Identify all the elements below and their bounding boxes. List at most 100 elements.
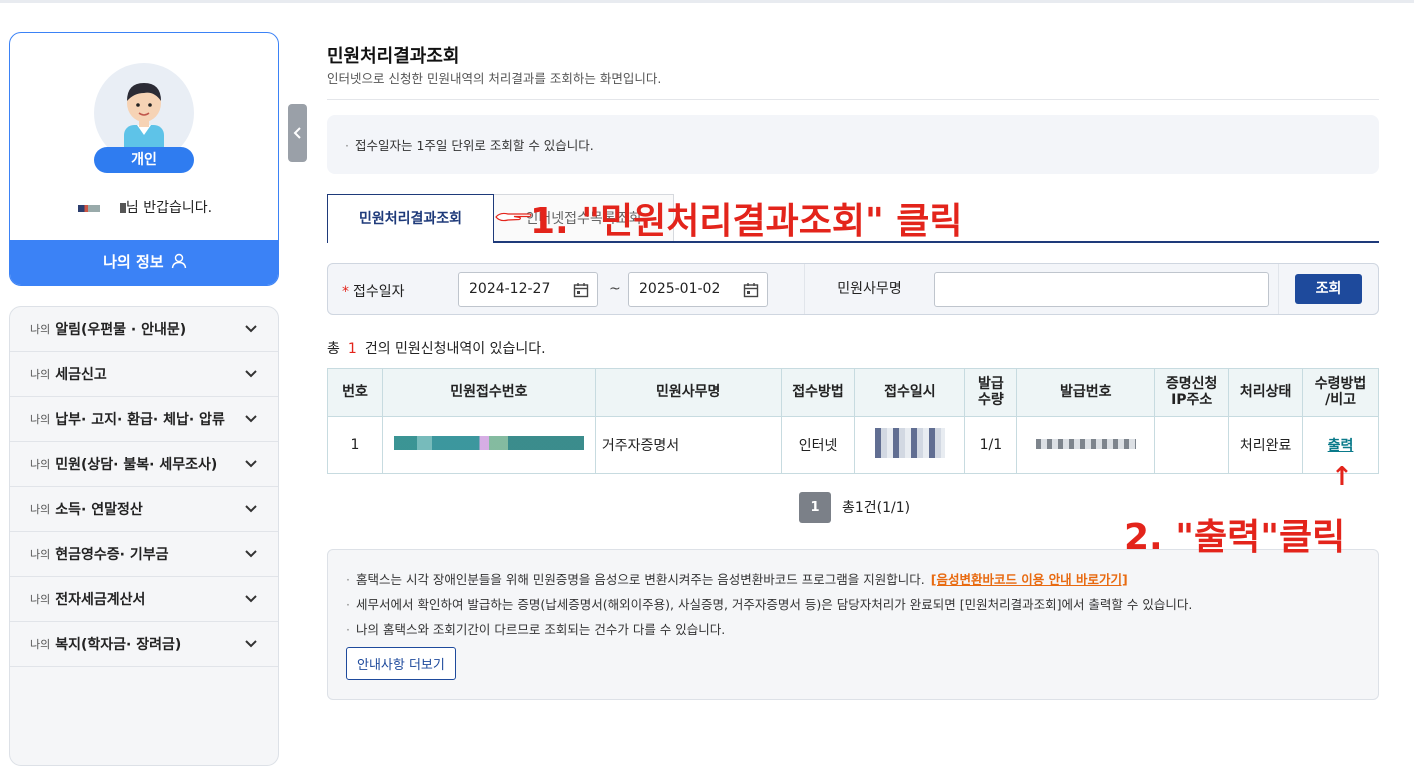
my-info-button[interactable]: 나의 정보 [10,240,278,285]
sidebar-item-tax-filing[interactable]: 나의 세금신고 [10,352,278,397]
chevron-down-icon [245,550,257,558]
masked-receipt-no [393,436,584,450]
cell-office-name: 거주자증명서 [594,416,782,474]
sidebar-item-label: 소득· 연말정산 [55,502,143,518]
col-header-ip: 증명신청 IP주소 [1154,368,1230,417]
menu-prefix: 나의 [30,458,51,471]
divider [1278,264,1279,314]
col-header-receipt-no: 민원접수번호 [381,368,596,417]
chevron-down-icon [245,415,257,423]
sidebar-item-label: 민원(상담· 불복· 세무조사) [55,457,218,473]
sidebar-item-label: 세금신고 [55,367,107,383]
office-name-input[interactable] [934,272,1269,307]
menu-prefix: 나의 [30,593,51,606]
required-mark: * [342,284,349,300]
info-line: 나의 홈택스와 조회기간이 다르므로 조회되는 건수가 다를 수 있습니다. [346,620,1360,645]
chevron-down-icon [245,325,257,333]
table-header-row: 번호 민원접수번호 민원사무명 접수방법 접수일시 발급 수량 발급번호 증명신… [327,368,1379,417]
sidebar-collapse-button[interactable] [288,104,307,162]
info-line: 세무서에서 확인하여 발급하는 증명(납세증명서(해외이주용), 사실증명, 거… [346,595,1360,620]
print-link[interactable]: 출력 [1328,438,1354,454]
menu-prefix: 나의 [30,368,51,381]
date-label-text: 접수일자 [353,284,405,300]
date-to-input[interactable]: 2025-01-02 [628,272,768,307]
result-table: 번호 민원접수번호 민원사무명 접수방법 접수일시 발급 수량 발급번호 증명신… [327,368,1379,474]
office-name-label: 민원사무명 [804,264,934,314]
date-from-value: 2024-12-27 [469,281,551,297]
annotation-step2: 2. "출력"클릭 [1124,517,1346,558]
result-count-prefix: 총 [327,341,340,357]
col-header-method: 접수방법 [780,368,856,417]
sidebar-item-e-invoice[interactable]: 나의 전자세금계산서 [10,577,278,622]
cell-method: 인터넷 [780,416,856,474]
info-text-3: 나의 홈택스와 조회기간이 다르므로 조회되는 건수가 다를 수 있습니다. [346,622,725,637]
col-header-quantity: 발급 수량 [964,368,1018,417]
tab-result-inquiry[interactable]: 민원처리결과조회 [327,194,494,243]
person-icon [171,253,187,269]
my-info-label: 나의 정보 [103,253,164,271]
chevron-down-icon [245,370,257,378]
sidebar-item-cash-receipt[interactable]: 나의 현금영수증· 기부금 [10,532,278,577]
chevron-down-icon [245,640,257,648]
calendar-icon[interactable] [743,282,759,298]
cell-received-at [854,416,966,474]
cell-issue-no [1016,416,1156,474]
sidebar-item-welfare[interactable]: 나의 복지(학자금· 장려금) [10,622,278,667]
pagination-total: 총1건(1/1) [842,500,911,516]
pointing-hand-icon [495,212,532,222]
sidebar-menu: 나의 알림(우편물 · 안내문) 나의 세금신고 나의 납부· 고지· 환급· 체납·… [9,306,279,766]
top-border [0,0,1414,3]
greeting-label: 님 반갑습니다. [125,200,213,216]
annotation-arrow: ↑ [1331,462,1353,492]
info-box: 홈택스는 시각 장애인분들을 위해 민원증명을 음성으로 변환시켜주는 음성변환… [327,549,1379,700]
page-title: 민원처리결과조회 [327,46,460,67]
masked-name [77,204,100,212]
cell-status: 처리완료 [1228,416,1304,474]
page-subtitle: 인터넷으로 신청한 민원내역의 처리결과를 조회하는 화면입니다. [327,71,662,86]
sidebar-item-label: 전자세금계산서 [55,592,146,608]
menu-prefix: 나의 [30,638,51,651]
sidebar-item-label: 복지(학자금· 장려금) [55,637,182,653]
menu-prefix: 나의 [30,503,51,516]
date-from-input[interactable]: 2024-12-27 [458,272,598,307]
notice-text: 접수일자는 1주일 단위로 조회할 수 있습니다. [345,138,594,153]
search-button[interactable]: 조회 [1295,274,1362,304]
col-header-office-name: 민원사무명 [594,368,782,417]
sidebar-item-label: 알림(우편물 · 안내문) [55,322,187,338]
col-header-no: 번호 [327,368,383,417]
info-text-2: 세무서에서 확인하여 발급하는 증명(납세증명서(해외이주용), 사실증명, 거… [346,597,1192,612]
date-label: * 접수일자 [342,281,405,301]
cell-receipt-no [381,416,596,474]
sidebar-item-civil-service[interactable]: 나의 민원(상담· 불복· 세무조사) [10,442,278,487]
date-to-value: 2025-01-02 [639,281,721,297]
masked-issue-no [1035,439,1136,449]
date-range-separator: ~ [609,281,621,297]
info-text-1: 홈택스는 시각 장애인분들을 위해 민원증명을 음성으로 변환시켜주는 음성변환… [346,572,925,587]
info-line: 홈택스는 시각 장애인분들을 위해 민원증명을 음성으로 변환시켜주는 음성변환… [346,570,1360,595]
profile-card: 개인 님 반갑습니다. 나의 정보 [9,32,279,286]
masked-received-at [874,428,945,458]
menu-prefix: 나의 [30,413,51,426]
pagination-current-page[interactable]: 1 [799,492,831,523]
cell-no: 1 [327,416,383,474]
sidebar-item-payment[interactable]: 나의 납부· 고지· 환급· 체납· 압류 [10,397,278,442]
more-info-button[interactable]: 안내사항 더보기 [346,647,456,680]
col-header-receive-method: 수령방법 /비고 [1302,368,1379,417]
greeting-text: 님 반갑습니다. [10,197,278,217]
sidebar-item-income[interactable]: 나의 소득· 연말정산 [10,487,278,532]
menu-prefix: 나의 [30,323,51,336]
title-divider [327,99,1379,100]
barcode-guide-link[interactable]: [음성변환바코드 이용 안내 바로가기] [931,572,1128,587]
result-count-suffix: 건의 민원신청내역이 있습니다. [364,341,546,357]
cell-ip [1154,416,1230,474]
calendar-icon[interactable] [573,282,589,298]
chevron-down-icon [245,505,257,513]
chevron-down-icon [245,595,257,603]
cell-quantity: 1/1 [964,416,1018,474]
col-header-status: 처리상태 [1228,368,1304,417]
sidebar-item-notifications[interactable]: 나의 알림(우편물 · 안내문) [10,307,278,352]
sidebar-item-label: 납부· 고지· 환급· 체납· 압류 [55,412,225,428]
table-row: 1 거주자증명서 인터넷 1/1 처리완료 출력 [327,416,1379,474]
annotation-step1: 1. "민원처리결과조회" 클릭 [530,201,963,242]
result-count: 총 1 건의 민원신청내역이 있습니다. [327,338,546,358]
